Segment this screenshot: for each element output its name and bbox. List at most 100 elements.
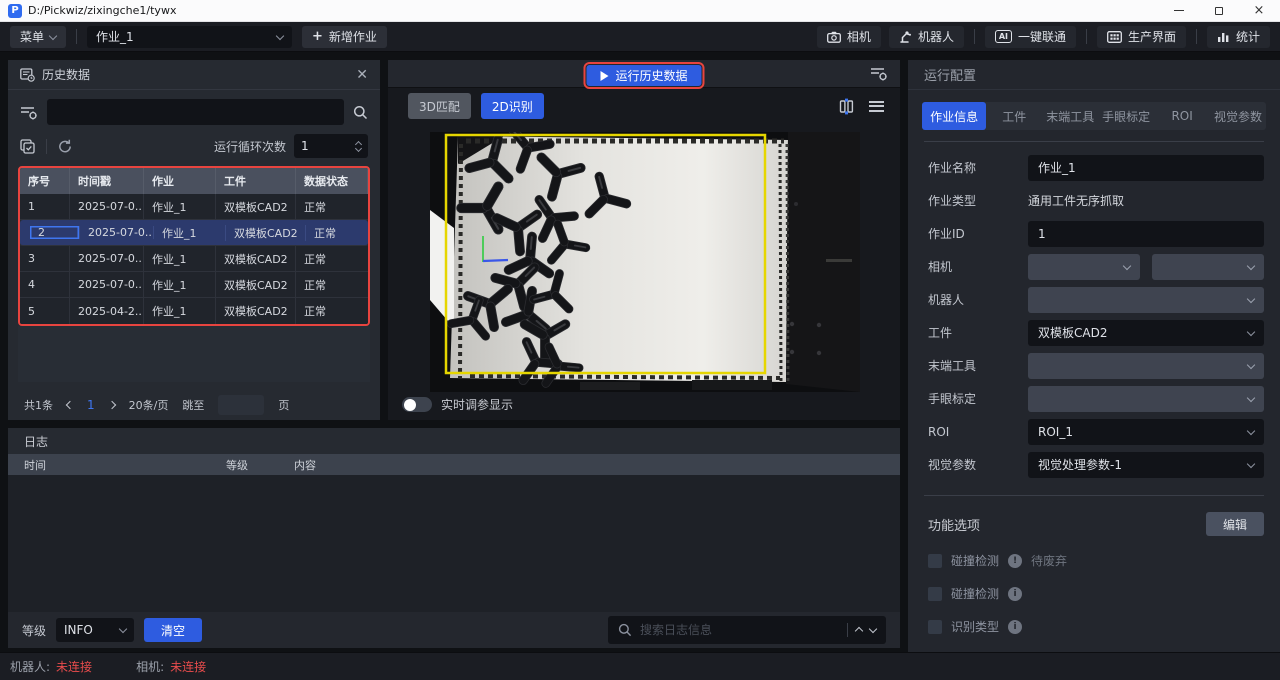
- tab-end-tool[interactable]: 末端工具: [1042, 102, 1098, 130]
- maximize-button[interactable]: [1212, 4, 1226, 18]
- filter-settings-icon[interactable]: [20, 105, 38, 120]
- menu-button[interactable]: 菜单: [10, 26, 66, 48]
- cell-workpiece: 双模板CAD2: [216, 298, 296, 324]
- image-compare-icon[interactable]: [838, 98, 855, 115]
- recognition-type-label: 识别类型: [951, 618, 999, 635]
- clear-log-button[interactable]: 清空: [144, 618, 202, 642]
- app-window: P D:/Pickwiz/zixingche1/tywx × 菜单 作业_1 +…: [0, 0, 1280, 680]
- divider: [76, 29, 77, 44]
- total-count: 共1条: [24, 397, 53, 413]
- loop-count-stepper[interactable]: 1: [294, 134, 368, 158]
- roi-field-label: ROI: [928, 425, 1028, 439]
- table-row[interactable]: 3 2025-07-0... 作业_1 双模板CAD2 正常: [20, 246, 368, 272]
- collision-check-checkbox-1[interactable]: [928, 554, 942, 568]
- cell-status: 正常: [296, 246, 368, 271]
- job-select-dropdown[interactable]: 作业_1: [87, 26, 292, 48]
- camera-image[interactable]: [430, 132, 860, 392]
- cell-timestamp: 2025-07-0...: [70, 272, 144, 297]
- job-name-input[interactable]: [1028, 155, 1264, 181]
- menu-list-icon[interactable]: [869, 101, 884, 112]
- batch-select-icon[interactable]: [20, 139, 36, 154]
- vision-param-value: 视觉处理参数-1: [1038, 456, 1122, 473]
- camera-button[interactable]: 相机: [817, 26, 881, 48]
- log-search-input[interactable]: [640, 623, 839, 637]
- window-title: D:/Pickwiz/zixingche1/tywx: [28, 4, 176, 17]
- prev-page-icon[interactable]: [66, 401, 74, 409]
- divider: [1196, 29, 1197, 44]
- log-level-value: INFO: [64, 623, 93, 637]
- tab-3d-label: 3D匹配: [419, 98, 460, 115]
- run-config-panel: 运行配置 作业信息 工件 末端工具 手眼标定 ROI 视觉参数 作业名称 作业类…: [908, 60, 1280, 652]
- tab-workpiece[interactable]: 工件: [986, 102, 1042, 130]
- tab-job-info[interactable]: 作业信息: [922, 102, 986, 130]
- tab-vision-params[interactable]: 视觉参数: [1210, 102, 1266, 130]
- tab-roi[interactable]: ROI: [1154, 102, 1210, 130]
- play-icon: [600, 71, 608, 81]
- camera-status-value: 未连接: [170, 658, 206, 675]
- close-icon: ×: [1254, 4, 1265, 17]
- recognition-type-checkbox[interactable]: [928, 620, 942, 634]
- vision-param-select[interactable]: 视觉处理参数-1: [1028, 452, 1264, 478]
- cell-status: 正常: [296, 272, 368, 297]
- cell-job: 作业_1: [144, 272, 216, 297]
- next-page-icon[interactable]: [107, 401, 115, 409]
- stats-icon: [1217, 31, 1230, 43]
- col-header: 数据状态: [296, 168, 368, 194]
- hand-eye-field-label: 手眼标定: [928, 390, 1028, 407]
- edit-button[interactable]: 编辑: [1206, 512, 1264, 536]
- tab-hand-eye[interactable]: 手眼标定: [1098, 102, 1154, 130]
- close-button[interactable]: ×: [1252, 4, 1266, 18]
- cell-workpiece: 双模板CAD2: [216, 246, 296, 271]
- realtime-param-toggle[interactable]: [402, 397, 432, 412]
- stats-button[interactable]: 统计: [1207, 26, 1270, 48]
- col-header: 时间戳: [70, 168, 144, 194]
- plus-icon: +: [312, 29, 323, 44]
- job-type-value: 通用工件无序抓取: [1028, 192, 1124, 209]
- display-settings-icon[interactable]: [870, 66, 888, 81]
- ai-connect-button[interactable]: AI 一键联通: [985, 26, 1076, 48]
- viewer-panel: 运行历史数据 3D匹配 2D识别: [388, 60, 900, 420]
- search-prev-icon[interactable]: [855, 627, 863, 635]
- add-job-label: 新增作业: [329, 28, 377, 45]
- tab-3d-match[interactable]: 3D匹配: [408, 93, 471, 119]
- camera-select-1[interactable]: [1028, 254, 1140, 280]
- current-page[interactable]: 1: [87, 398, 95, 412]
- jump-page-input[interactable]: [218, 395, 264, 415]
- chevron-down-icon: [276, 31, 284, 39]
- history-close-icon[interactable]: ✕: [356, 68, 368, 82]
- add-job-button[interactable]: + 新增作业: [302, 26, 387, 48]
- loop-count-value: 1: [301, 139, 356, 153]
- workpiece-field-label: 工件: [928, 324, 1028, 341]
- minimize-button[interactable]: [1172, 4, 1186, 18]
- cell-job: 作业_1: [144, 246, 216, 271]
- log-col-level: 等级: [226, 457, 248, 473]
- robot-select[interactable]: [1028, 287, 1264, 313]
- table-row[interactable]: 1 2025-07-0... 作业_1 双模板CAD2 正常: [20, 194, 368, 220]
- table-row-selected[interactable]: 2 2025-07-0... 作业_1 双模板CAD2 正常: [20, 220, 368, 246]
- search-icon[interactable]: [353, 105, 368, 120]
- job-name-label: 作业名称: [928, 159, 1028, 176]
- job-select-value: 作业_1: [96, 28, 134, 45]
- production-screen-button[interactable]: 生产界面: [1097, 26, 1186, 48]
- search-next-icon[interactable]: [869, 625, 877, 633]
- end-tool-select[interactable]: [1028, 353, 1264, 379]
- chevron-down-icon: [119, 625, 127, 633]
- camera-select-2[interactable]: [1152, 254, 1264, 280]
- tab-2d-recognition[interactable]: 2D识别: [481, 93, 544, 119]
- hand-eye-select[interactable]: [1028, 386, 1264, 412]
- table-row[interactable]: 4 2025-07-0... 作业_1 双模板CAD2 正常: [20, 272, 368, 298]
- robot-button[interactable]: 机器人: [889, 26, 964, 48]
- log-col-time: 时间: [24, 457, 46, 473]
- config-panel-title: 运行配置: [924, 65, 976, 84]
- workpiece-select[interactable]: 双模板CAD2: [1028, 320, 1264, 346]
- config-tab-bar: 作业信息 工件 末端工具 手眼标定 ROI 视觉参数: [922, 102, 1266, 130]
- log-level-select[interactable]: INFO: [56, 618, 134, 642]
- cell-job: 作业_1: [154, 225, 226, 241]
- collision-check-checkbox-2[interactable]: [928, 587, 942, 601]
- history-search-input[interactable]: [47, 99, 344, 125]
- table-row[interactable]: 5 2025-04-2... 作业_1 双模板CAD2 正常: [20, 298, 368, 324]
- roi-select[interactable]: ROI_1: [1028, 419, 1264, 445]
- run-history-data-button[interactable]: 运行历史数据: [586, 65, 701, 86]
- job-id-input[interactable]: [1028, 221, 1264, 247]
- refresh-icon[interactable]: [57, 139, 73, 154]
